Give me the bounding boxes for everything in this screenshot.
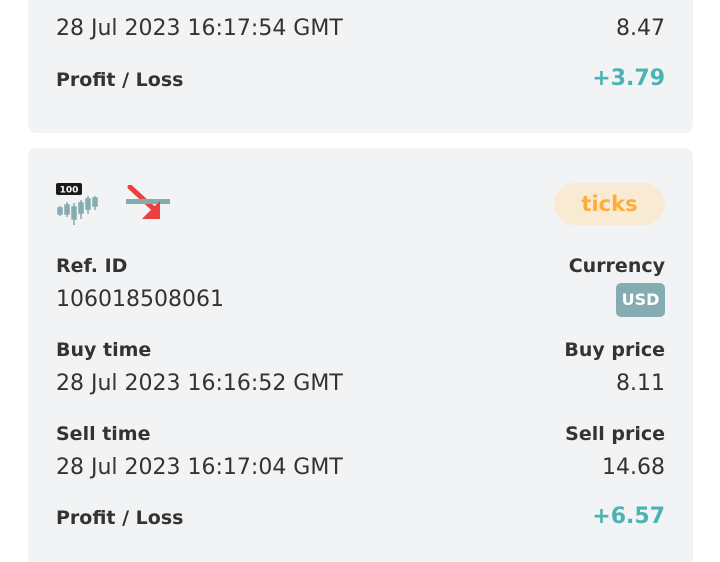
ref-id-label: Ref. ID: [56, 255, 128, 277]
buy-price-label: Buy price: [564, 339, 665, 361]
buy-time-label: Buy time: [56, 339, 152, 361]
buy-time-value: 28 Jul 2023 16:16:52 GMT: [56, 371, 343, 396]
sell-time-value: 28 Jul 2023 16:17:54 GMT: [56, 16, 343, 41]
fall-arrow-icon: [126, 184, 170, 223]
profit-loss-label: Profit / Loss: [56, 507, 184, 529]
sell-time-label: Sell time: [56, 423, 151, 445]
contract-card-previous[interactable]: 28 Jul 2023 16:17:54 GMT 8.47 Profit / L…: [28, 0, 693, 133]
profit-loss-label: Profit / Loss: [56, 69, 184, 91]
sell-price-value: 8.47: [616, 16, 665, 41]
ref-id-value: 106018508061: [56, 287, 224, 312]
duration-tag: ticks: [554, 183, 665, 225]
sell-price-value: 14.68: [602, 455, 665, 480]
contract-card[interactable]: 100 ticks Ref. ID 106018508061 Currency …: [28, 148, 693, 562]
buy-price-value: 8.11: [616, 371, 665, 396]
currency-label: Currency: [568, 255, 665, 277]
profit-loss-value: +6.57: [592, 504, 665, 529]
market-icon-badge: 100: [60, 186, 79, 196]
profit-loss-value: +3.79: [592, 66, 665, 91]
contract-history-list: 28 Jul 2023 16:17:54 GMT 8.47 Profit / L…: [0, 0, 720, 562]
volatility-100-index-icon: 100: [56, 183, 98, 227]
sell-price-label: Sell price: [565, 423, 665, 445]
sell-time-value: 28 Jul 2023 16:17:04 GMT: [56, 455, 343, 480]
currency-badge: USD: [616, 283, 665, 317]
